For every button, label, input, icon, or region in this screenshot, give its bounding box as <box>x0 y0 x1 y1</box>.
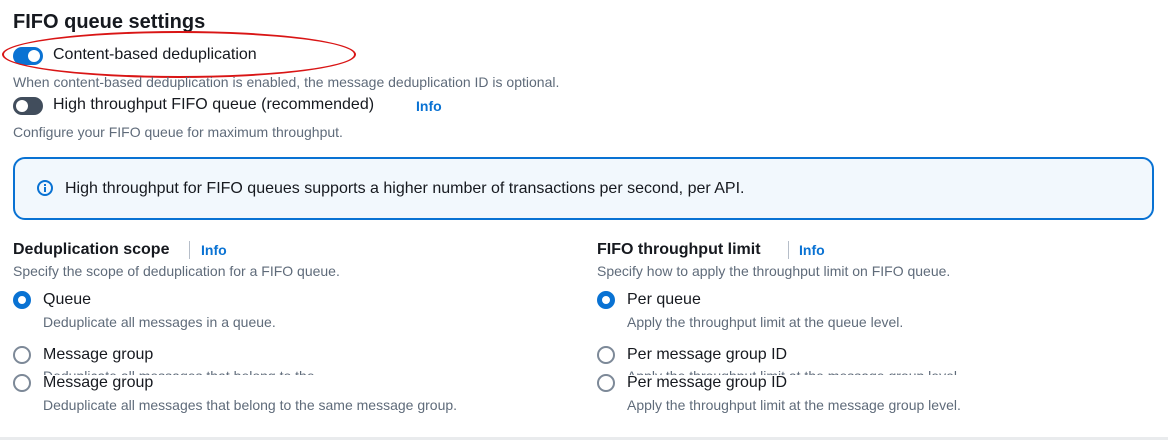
radio-per-message-group-id-label: Per message group ID <box>627 346 788 363</box>
radio-per-queue-label: Per queue <box>627 291 701 308</box>
radio-per-message-group-id[interactable] <box>597 346 615 364</box>
high-throughput-toggle[interactable] <box>13 97 43 115</box>
dedup-scope-heading: Deduplication scope <box>13 241 170 258</box>
radio-per-queue-description: Apply the throughput limit at the queue … <box>627 314 904 330</box>
info-alert: High throughput for FIFO queues supports… <box>13 157 1154 220</box>
heading-divider <box>189 241 190 259</box>
high-throughput-info-link[interactable]: Info <box>416 98 442 114</box>
radio-per-message-group-id[interactable] <box>597 374 615 392</box>
info-circle-icon <box>37 180 53 196</box>
high-throughput-label: High throughput FIFO queue (recommended) <box>53 96 375 113</box>
alert-text: High throughput for FIFO queues supports… <box>65 180 745 197</box>
radio-message-group[interactable] <box>13 346 31 364</box>
content-dedup-description: When content-based deduplication is enab… <box>13 74 560 90</box>
throughput-limit-info-link[interactable]: Info <box>799 242 825 258</box>
throughput-limit-description: Specify how to apply the throughput limi… <box>597 263 951 279</box>
radio-message-group-description: Deduplicate all messages that belong to … <box>43 397 458 413</box>
radio-queue-description: Deduplicate all messages in a queue. <box>43 314 276 330</box>
radio-message-group-label: Message group <box>43 346 154 363</box>
radio-message-group[interactable] <box>13 374 31 392</box>
toggle-knob <box>16 100 28 112</box>
radio-queue[interactable] <box>13 291 31 309</box>
dedup-scope-description: Specify the scope of deduplication for a… <box>13 263 340 279</box>
section-title: FIFO queue settings <box>13 11 206 33</box>
radio-per-message-group-id-description: Apply the throughput limit at the messag… <box>627 397 961 413</box>
content-dedup-toggle[interactable] <box>13 47 43 65</box>
dedup-scope-info-link[interactable]: Info <box>201 242 227 258</box>
radio-per-message-group-id-label: Per message group ID <box>627 374 788 391</box>
radio-per-queue[interactable] <box>597 291 615 309</box>
throughput-limit-heading: FIFO throughput limit <box>597 241 761 258</box>
toggle-knob <box>28 50 40 62</box>
radio-queue-label: Queue <box>43 291 92 308</box>
heading-divider <box>788 241 789 259</box>
content-dedup-label: Content-based deduplication <box>53 46 257 63</box>
radio-message-group-label: Message group <box>43 374 154 391</box>
high-throughput-description: Configure your FIFO queue for maximum th… <box>13 124 343 140</box>
